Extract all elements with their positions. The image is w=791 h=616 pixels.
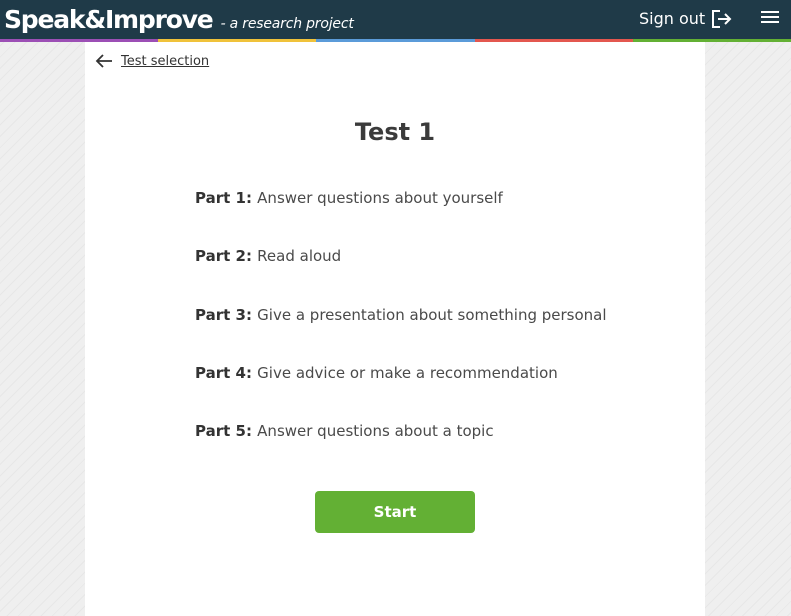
test-part-item: Part 3: Give a presentation about someth… [195, 304, 607, 326]
test-part-item: Part 5: Answer questions about a topic [195, 420, 494, 442]
part-label: Part 4: [195, 364, 258, 382]
brand-name: Speak&Improve [4, 5, 214, 34]
back-link-label: Test selection [121, 53, 210, 69]
sign-out-icon [712, 10, 732, 28]
test-card: Test selection Test 1 Part 1: Answer que… [85, 42, 705, 616]
brand-tagline: - a research project [220, 16, 354, 32]
menu-line [761, 21, 779, 23]
menu-line [761, 16, 779, 18]
part-label: Part 5: [195, 422, 258, 440]
part-description: Answer questions about yourself [257, 189, 503, 207]
part-description: Give advice or make a recommendation [257, 364, 558, 382]
part-label: Part 3: [195, 306, 258, 324]
hamburger-menu-icon[interactable] [760, 9, 780, 27]
arrow-left-icon [95, 54, 112, 68]
brand-logo[interactable]: Speak&Improve - a research project [4, 4, 354, 35]
part-description: Read aloud [257, 247, 342, 265]
page-title: Test 1 [354, 118, 436, 146]
test-part-item: Part 2: Read aloud [195, 245, 341, 267]
back-to-test-selection-link[interactable]: Test selection [95, 51, 209, 71]
menu-line [761, 11, 779, 13]
test-part-item: Part 1: Answer questions about yourself [195, 187, 503, 209]
start-button[interactable]: Start [315, 491, 475, 533]
test-part-item: Part 4: Give advice or make a recommenda… [195, 362, 558, 384]
part-label: Part 2: [195, 247, 258, 265]
part-description: Answer questions about a topic [257, 422, 494, 440]
sign-out-button[interactable]: Sign out [639, 8, 733, 30]
part-description: Give a presentation about something pers… [257, 306, 607, 324]
part-label: Part 1: [195, 189, 258, 207]
top-navigation-bar: Speak&Improve - a research project Sign … [0, 0, 791, 39]
sign-out-label: Sign out [639, 9, 706, 28]
